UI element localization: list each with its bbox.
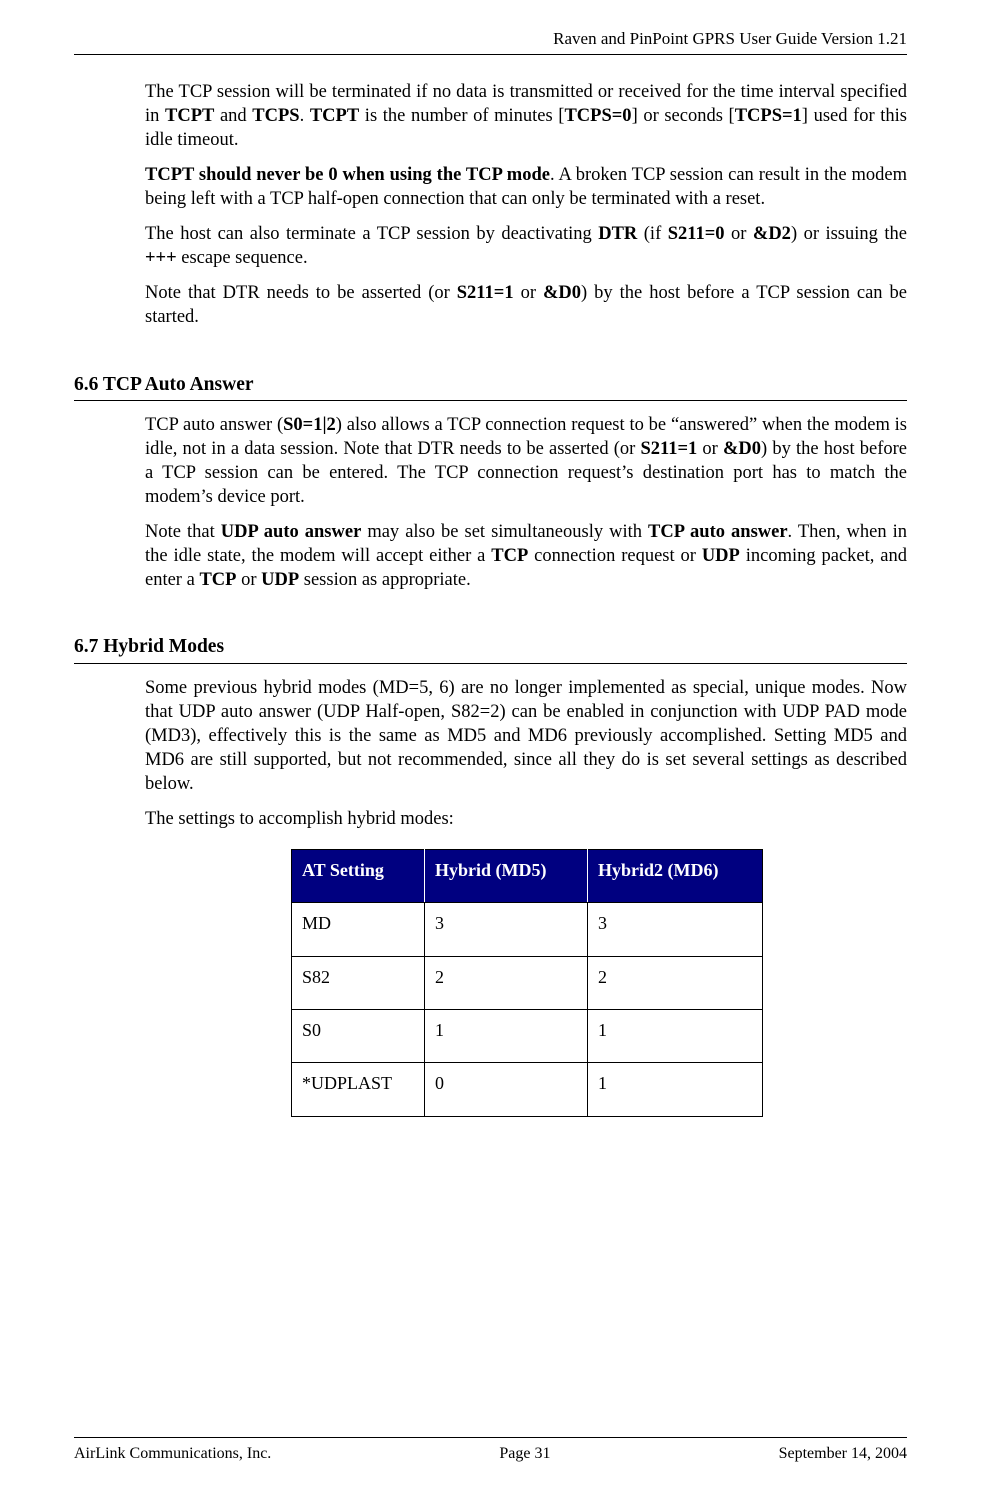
- text: The host can also terminate a TCP sessio…: [145, 224, 598, 244]
- text-bold: +++: [145, 248, 177, 268]
- text-bold: TCPS=1: [735, 106, 802, 126]
- table-row: S82 2 2: [292, 956, 763, 1009]
- header-rule: [74, 54, 907, 55]
- table-cell: 3: [425, 903, 588, 956]
- text: connection request or: [528, 546, 702, 566]
- paragraph: The host can also terminate a TCP sessio…: [145, 222, 907, 270]
- text-bold: TCPT should never be 0 when using the TC…: [145, 165, 550, 185]
- text-bold: &D0: [543, 283, 581, 303]
- paragraph: The settings to accomplish hybrid modes:: [145, 807, 907, 831]
- footer: AirLink Communications, Inc. Page 31 Sep…: [74, 1437, 907, 1465]
- text: or: [236, 570, 261, 590]
- text: (if: [637, 224, 667, 244]
- table-cell: MD: [292, 903, 425, 956]
- text-bold: UDP: [261, 570, 299, 590]
- text: may also be set simultaneously with: [361, 522, 648, 542]
- text: ] or seconds [: [632, 106, 735, 126]
- text-bold: S211=1: [640, 439, 697, 459]
- text-bold: &D0: [723, 439, 761, 459]
- paragraph: The TCP session will be terminated if no…: [145, 80, 907, 152]
- text-bold: S211=0: [668, 224, 725, 244]
- text: or: [514, 283, 543, 303]
- table-cell: 2: [425, 956, 588, 1009]
- text: Note that: [145, 522, 221, 542]
- table-cell: 1: [588, 1063, 763, 1116]
- table-cell: 1: [425, 1009, 588, 1062]
- text: or: [697, 439, 723, 459]
- table-cell: 0: [425, 1063, 588, 1116]
- text-bold: TCP: [199, 570, 236, 590]
- text-bold: TCPS: [252, 106, 299, 126]
- text-bold: TCPS=0: [564, 106, 631, 126]
- paragraph: Note that UDP auto answer may also be se…: [145, 520, 907, 592]
- table-cell: 1: [588, 1009, 763, 1062]
- table-header-row: AT Setting Hybrid (MD5) Hybrid2 (MD6): [292, 849, 763, 902]
- text: session as appropriate.: [299, 570, 471, 590]
- text-bold: S211=1: [457, 283, 514, 303]
- text: escape sequence.: [177, 248, 308, 268]
- section-heading-6-6: 6.6 TCP Auto Answer: [74, 372, 907, 397]
- text: TCP auto answer (: [145, 415, 283, 435]
- table-header-cell: Hybrid2 (MD6): [588, 849, 763, 902]
- text-bold: TCP auto answer: [648, 522, 788, 542]
- table-row: S0 1 1: [292, 1009, 763, 1062]
- text: .: [300, 106, 310, 126]
- table-cell: *UDPLAST: [292, 1063, 425, 1116]
- hybrid-modes-table: AT Setting Hybrid (MD5) Hybrid2 (MD6) MD…: [291, 849, 763, 1117]
- paragraph: Some previous hybrid modes (MD=5, 6) are…: [145, 676, 907, 796]
- table-cell: 2: [588, 956, 763, 1009]
- table-header-cell: AT Setting: [292, 849, 425, 902]
- text-bold: UDP auto answer: [221, 522, 362, 542]
- table-cell: S0: [292, 1009, 425, 1062]
- text: or: [725, 224, 753, 244]
- table-header-cell: Hybrid (MD5): [425, 849, 588, 902]
- table-row: *UDPLAST 0 1: [292, 1063, 763, 1116]
- table-row: MD 3 3: [292, 903, 763, 956]
- section-rule: [74, 400, 907, 401]
- text: Note that DTR needs to be asserted (or: [145, 283, 457, 303]
- footer-right: September 14, 2004: [779, 1444, 907, 1465]
- section-heading-6-7: 6.7 Hybrid Modes: [74, 634, 907, 659]
- text-bold: S0=1|2: [283, 415, 336, 435]
- text-bold: TCP: [491, 546, 528, 566]
- footer-center: Page 31: [499, 1444, 550, 1465]
- text: is the number of minutes [: [359, 106, 564, 126]
- paragraph: TCP auto answer (S0=1|2) also allows a T…: [145, 413, 907, 509]
- footer-left: AirLink Communications, Inc.: [74, 1444, 271, 1465]
- table-cell: S82: [292, 956, 425, 1009]
- text: ) or issuing the: [791, 224, 907, 244]
- text-bold: UDP: [702, 546, 740, 566]
- text-bold: TCPT: [165, 106, 214, 126]
- paragraph: Note that DTR needs to be asserted (or S…: [145, 281, 907, 329]
- table-cell: 3: [588, 903, 763, 956]
- text-bold: TCPT: [310, 106, 359, 126]
- section-rule: [74, 663, 907, 664]
- text: and: [214, 106, 252, 126]
- text-bold: DTR: [598, 224, 637, 244]
- text-bold: &D2: [753, 224, 791, 244]
- running-header: Raven and PinPoint GPRS User Guide Versi…: [74, 28, 907, 54]
- paragraph: TCPT should never be 0 when using the TC…: [145, 163, 907, 211]
